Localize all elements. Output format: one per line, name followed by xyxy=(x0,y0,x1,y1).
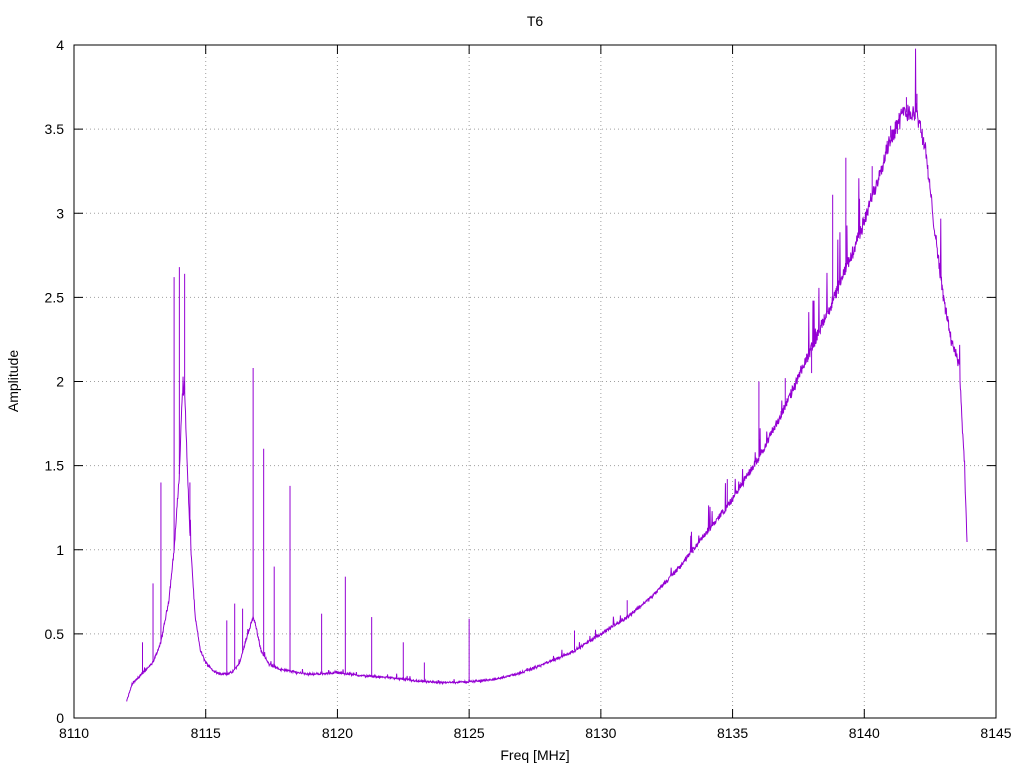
y-tick-label: 1 xyxy=(56,542,64,558)
chart-title: T6 xyxy=(527,13,544,29)
x-tick-label: 8110 xyxy=(59,725,89,741)
x-tick-label: 8140 xyxy=(849,725,880,741)
x-axis-label: Freq [MHz] xyxy=(500,747,569,763)
y-tick-label: 0 xyxy=(56,710,64,726)
x-tick-label: 8130 xyxy=(585,725,616,741)
series-layer xyxy=(126,48,968,702)
axis-ticks: 8110 8115 8120 8125 8130 8135 8140 8145 0 0.5 1 1.5… xyxy=(45,37,1012,741)
y-tick-label: 3 xyxy=(56,205,64,221)
y-tick-label: 2.5 xyxy=(45,289,65,305)
x-tick-label: 8145 xyxy=(980,725,1011,741)
y-tick-label: 0.5 xyxy=(45,626,65,642)
line-chart: 8110 8115 8120 8125 8130 8135 8140 8145 0 0.5 1 1.5… xyxy=(5,13,1012,763)
y-axis-label: Amplitude xyxy=(5,350,21,412)
y-tick-label: 1.5 xyxy=(45,458,65,474)
grid-lines xyxy=(74,45,996,718)
y-tick-label: 4 xyxy=(56,37,64,53)
y-tick-label: 3.5 xyxy=(45,121,65,137)
x-tick-label: 8125 xyxy=(454,725,485,741)
y-tick-label: 2 xyxy=(56,374,64,390)
x-tick-label: 8115 xyxy=(191,725,221,741)
x-tick-label: 8120 xyxy=(322,725,353,741)
x-tick-label: 8135 xyxy=(717,725,748,741)
